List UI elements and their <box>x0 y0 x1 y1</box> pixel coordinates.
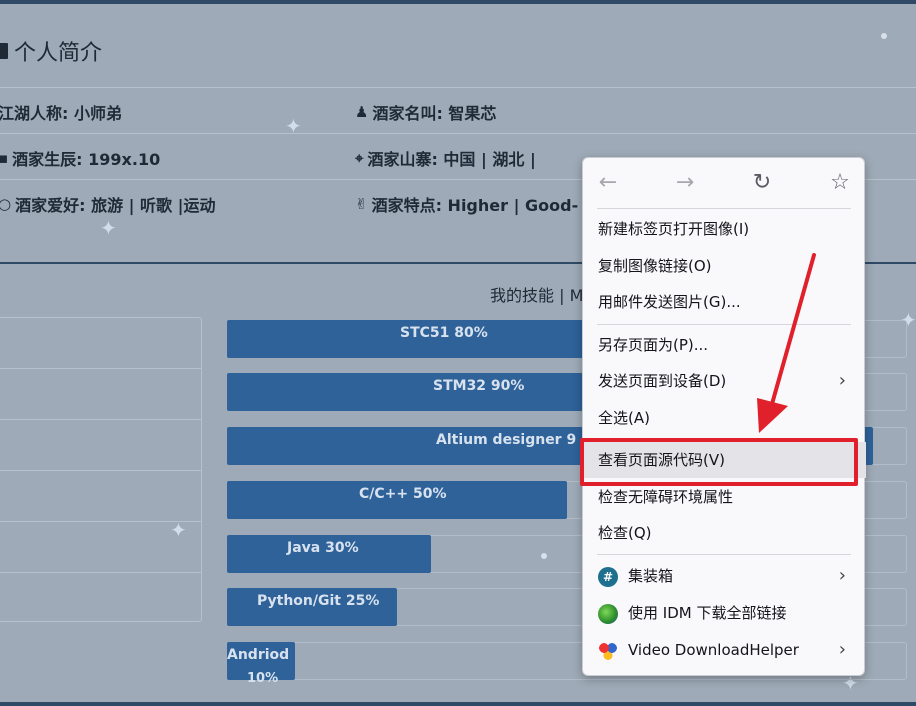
red-arrow-annotation <box>757 253 816 433</box>
